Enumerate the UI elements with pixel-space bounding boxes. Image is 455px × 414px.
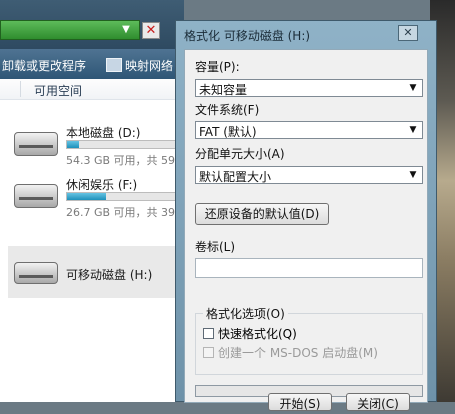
- filesystem-value: FAT (默认): [199, 125, 257, 139]
- alloc-value: 默认配置大小: [199, 170, 272, 184]
- hard-disk-icon: [14, 132, 58, 156]
- drive-info: 26.7 GB 可用，共 39.: [66, 206, 179, 219]
- close-button[interactable]: 关闭(C): [346, 393, 410, 411]
- chevron-down-icon: ▼: [409, 125, 417, 135]
- column-separator: [20, 81, 21, 97]
- capacity-value: 未知容量: [199, 83, 248, 97]
- explorer-window: ▼ ✕ 卸载或更改程序 映射网络 可用空间 本地磁盘 (D:) 54.3 GB …: [0, 0, 184, 402]
- column-free-space[interactable]: 可用空间: [34, 82, 82, 99]
- alloc-label: 分配单元大小(A): [195, 147, 285, 161]
- filesystem-label: 文件系统(F): [195, 103, 260, 117]
- quick-format-checkbox[interactable]: 快速格式化(Q): [203, 325, 297, 342]
- checkbox-box[interactable]: [203, 328, 214, 339]
- volume-input[interactable]: [195, 258, 423, 278]
- capacity-select[interactable]: 未知容量 ▼: [195, 79, 423, 97]
- volume-label: 卷标(L): [195, 240, 236, 254]
- drive-name: 本地磁盘 (D:): [66, 126, 141, 140]
- capacity-label: 容量(P):: [195, 60, 240, 74]
- map-network-button[interactable]: 映射网络: [106, 57, 173, 74]
- alloc-select[interactable]: 默认配置大小 ▼: [195, 166, 423, 184]
- drive-item-h[interactable]: 可移动磁盘 (H:): [8, 246, 184, 298]
- chevron-down-icon: ▼: [409, 170, 417, 180]
- quick-format-label: 快速格式化(Q): [218, 327, 297, 341]
- dialog-close-icon[interactable]: ✕: [398, 25, 418, 41]
- explorer-close-icon[interactable]: ✕: [142, 22, 160, 39]
- checkbox-box[interactable]: [203, 347, 214, 358]
- drive-usage-bar: [66, 140, 184, 149]
- hard-disk-icon: [14, 184, 58, 208]
- uninstall-button[interactable]: 卸载或更改程序: [2, 57, 86, 74]
- drive-usage-fill: [67, 141, 79, 148]
- drive-item-d[interactable]: 本地磁盘 (D:) 54.3 GB 可用，共 59.: [8, 118, 184, 167]
- format-dialog: 格式化 可移动磁盘 (H:) ✕ 容量(P): 未知容量 ▼ 文件系统(F) F…: [175, 20, 437, 411]
- network-drive-icon: [106, 58, 122, 72]
- drive-item-f[interactable]: 休闲娱乐 (F:) 26.7 GB 可用，共 39.: [8, 170, 184, 219]
- explorer-toolbar: 卸载或更改程序 映射网络: [0, 49, 184, 79]
- drive-info: 54.3 GB 可用，共 59.: [66, 154, 179, 167]
- msdos-boot-checkbox[interactable]: 创建一个 MS-DOS 启动盘(M): [203, 344, 378, 361]
- dialog-title: 格式化 可移动磁盘 (H:): [184, 29, 311, 43]
- removable-disk-icon: [14, 262, 58, 284]
- restore-defaults-button[interactable]: 还原设备的默认值(D): [195, 203, 329, 225]
- drive-name: 休闲娱乐 (F:): [66, 178, 138, 192]
- map-network-label: 映射网络: [125, 59, 174, 73]
- uninstall-label: 卸载或更改程序: [2, 59, 87, 73]
- column-header[interactable]: 可用空间: [0, 79, 184, 100]
- chevron-down-icon: ▼: [409, 83, 417, 93]
- dialog-body: 容量(P): 未知容量 ▼ 文件系统(F) FAT (默认) ▼ 分配单元大小(…: [184, 49, 428, 403]
- start-button[interactable]: 开始(S): [268, 393, 332, 411]
- msdos-boot-label: 创建一个 MS-DOS 启动盘(M): [218, 346, 378, 360]
- filesystem-select[interactable]: FAT (默认) ▼: [195, 121, 423, 139]
- chevron-down-icon[interactable]: ▼: [118, 22, 134, 38]
- drive-usage-fill: [67, 193, 107, 200]
- drive-usage-bar: [66, 192, 184, 201]
- format-options-title: 格式化选项(O): [203, 305, 288, 322]
- drive-name: 可移动磁盘 (H:): [66, 268, 153, 282]
